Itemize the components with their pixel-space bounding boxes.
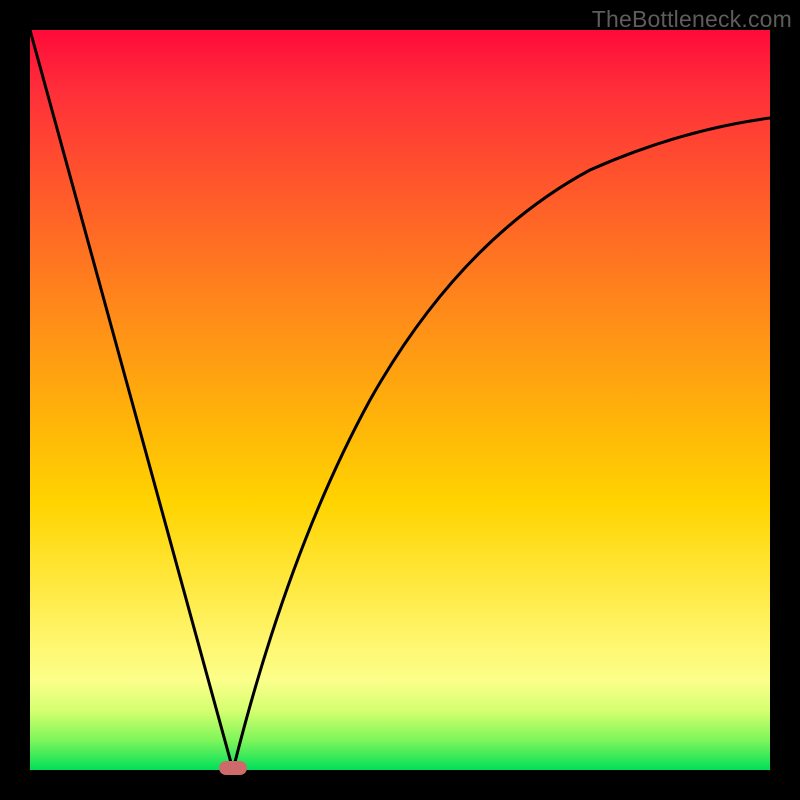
watermark-text: TheBottleneck.com xyxy=(592,6,792,33)
optimum-marker xyxy=(219,761,247,775)
curve-right xyxy=(233,118,770,770)
chart-frame: TheBottleneck.com xyxy=(0,0,800,800)
curve-layer xyxy=(30,30,770,770)
plot-area xyxy=(30,30,770,770)
curve-left xyxy=(30,30,233,770)
